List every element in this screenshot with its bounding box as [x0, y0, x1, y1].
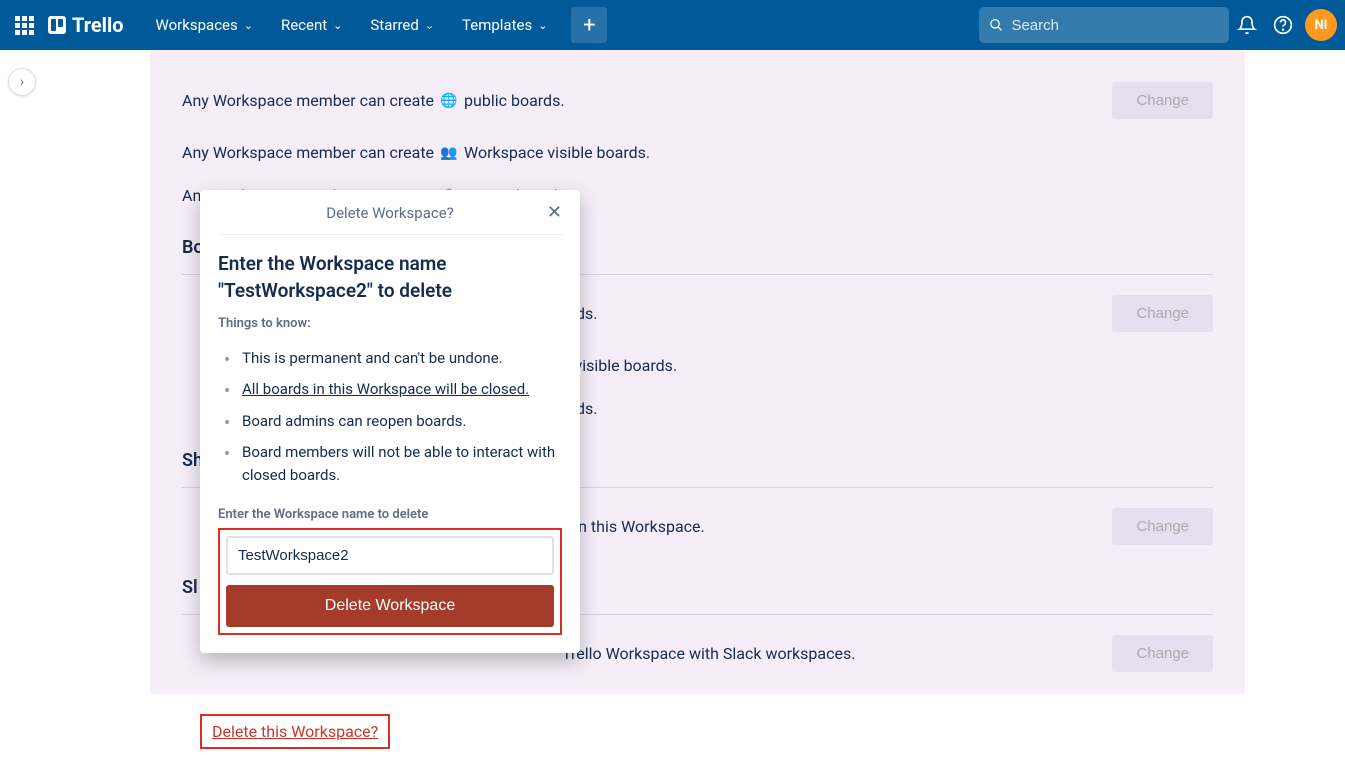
delete-workspace-button[interactable]: Delete Workspace	[226, 585, 554, 627]
delete-workspace-link[interactable]: Delete this Workspace?	[212, 722, 378, 741]
globe-icon: 🌐	[440, 92, 458, 110]
help-icon[interactable]	[1265, 7, 1301, 43]
input-label: Enter the Workspace name to delete	[218, 507, 562, 522]
workspace-name-input[interactable]	[226, 536, 554, 575]
logo-text: Trello	[72, 13, 124, 37]
nav-recent[interactable]: Recent⌄	[269, 8, 354, 42]
popover-header: Delete Workspace? ✕	[218, 204, 562, 235]
change-button[interactable]: Change	[1112, 508, 1213, 545]
nav-starred[interactable]: Starred⌄	[358, 8, 446, 42]
perm-row: Any Workspace member can create 👥 Worksp…	[182, 131, 1213, 174]
list-item: All boards in this Workspace will be clo…	[222, 374, 562, 405]
create-button[interactable]: +	[571, 7, 607, 43]
confirm-area-highlight: Delete Workspace	[218, 528, 562, 635]
people-icon: 👥	[440, 144, 458, 162]
delete-workspace-popover: Delete Workspace? ✕ Enter the Workspace …	[200, 190, 580, 653]
search-icon	[989, 17, 1003, 33]
perm-row: Any Workspace member can create 🌐 public…	[182, 70, 1213, 131]
things-to-know-list: This is permanent and can't be undone. A…	[218, 343, 562, 491]
change-button[interactable]: Change	[1112, 82, 1213, 119]
nav-items: Workspaces⌄ Recent⌄ Starred⌄ Templates⌄	[144, 8, 560, 42]
delete-workspace-link-highlight: Delete this Workspace?	[200, 714, 390, 749]
close-icon[interactable]: ✕	[547, 202, 562, 223]
nav-templates[interactable]: Templates⌄	[450, 8, 559, 42]
topbar: Trello Workspaces⌄ Recent⌄ Starred⌄ Temp…	[0, 0, 1345, 50]
chevron-down-icon: ⌄	[425, 19, 434, 32]
search-input[interactable]	[1011, 17, 1219, 34]
nav-workspaces[interactable]: Workspaces⌄	[144, 8, 265, 42]
list-item: Board admins can reopen boards.	[222, 406, 562, 437]
list-item: Board members will not be able to intera…	[222, 437, 562, 492]
avatar[interactable]: NI	[1305, 9, 1337, 41]
trello-logo-icon	[48, 16, 66, 34]
chevron-down-icon: ⌄	[333, 19, 342, 32]
trello-logo[interactable]: Trello	[48, 13, 124, 37]
change-button[interactable]: Change	[1112, 295, 1213, 332]
notifications-icon[interactable]	[1229, 7, 1265, 43]
things-to-know-label: Things to know:	[218, 316, 562, 331]
search-box[interactable]	[979, 7, 1229, 43]
popover-title: Enter the Workspace name "TestWorkspace2…	[218, 251, 562, 304]
change-button[interactable]: Change	[1112, 635, 1213, 672]
chevron-down-icon: ⌄	[538, 19, 547, 32]
chevron-down-icon: ⌄	[244, 19, 253, 32]
apps-menu-icon[interactable]	[8, 9, 40, 41]
list-item: This is permanent and can't be undone.	[222, 343, 562, 374]
sidebar-expand-button[interactable]: ›	[8, 68, 36, 96]
